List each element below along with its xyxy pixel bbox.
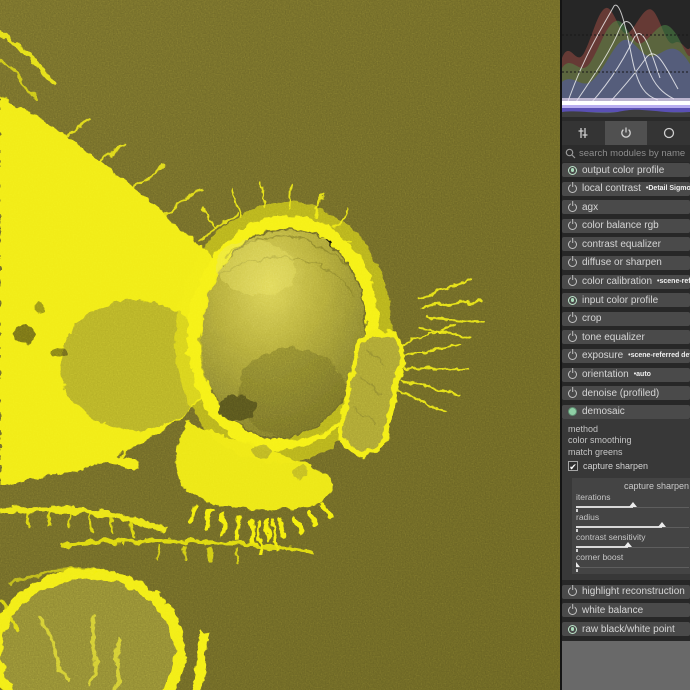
power-icon[interactable]	[568, 333, 577, 342]
slider-track[interactable]	[576, 502, 689, 511]
power-icon[interactable]	[568, 240, 577, 249]
module-diffuse-or-sharpen[interactable]: diffuse or sharpen	[562, 256, 690, 270]
module-label: crop	[582, 313, 601, 324]
checkbox-checked-icon[interactable]	[568, 461, 578, 471]
always-on-icon[interactable]	[568, 625, 577, 634]
module-preset: auto	[634, 371, 651, 378]
sliders-icon	[576, 126, 590, 140]
module-label: local contrast	[582, 183, 641, 194]
power-icon[interactable]	[568, 370, 577, 379]
slider-thumb[interactable]	[629, 502, 637, 507]
power-icon[interactable]	[568, 587, 577, 596]
search-input[interactable]	[579, 148, 687, 159]
always-on-icon[interactable]	[568, 166, 577, 175]
module-preset: scene-referred def	[657, 278, 690, 285]
match-greens-row[interactable]: match greens	[568, 447, 690, 459]
module-agx[interactable]: agx	[562, 200, 690, 214]
module-exposure[interactable]: exposure scene-referred default	[562, 349, 690, 363]
power-icon[interactable]	[568, 221, 577, 230]
module-label: input color profile	[582, 295, 658, 306]
module-label: contrast equalizer	[582, 239, 661, 250]
module-list: output color profile local contrast Deta…	[562, 162, 690, 641]
slider-thumb[interactable]	[576, 562, 580, 567]
right-panel: output color profile local contrast Deta…	[560, 0, 690, 690]
circle-icon	[662, 126, 676, 140]
tab-enabled-modules[interactable]	[605, 121, 648, 145]
module-raw-black-white-point[interactable]: raw black/white point	[562, 622, 690, 636]
power-icon[interactable]	[568, 389, 577, 398]
slider-iterations[interactable]: iterations	[576, 492, 689, 512]
module-preset: Detail Sigmoid	[646, 185, 690, 192]
power-icon[interactable]	[568, 203, 577, 212]
demosaic-body: method color smoothing match greens capt…	[562, 419, 690, 581]
power-icon[interactable]	[568, 184, 577, 193]
enabled-icon[interactable]	[568, 407, 577, 416]
slider-label: contrast sensitivity	[576, 532, 689, 542]
capture-sharpen-checkbox[interactable]: capture sharpen	[568, 459, 690, 473]
module-label: raw black/white point	[582, 624, 675, 635]
slider-thumb[interactable]	[658, 522, 666, 527]
capture-sharpen-section: capture sharpen iterations radius	[572, 478, 690, 574]
slider-contrast-sensitivity[interactable]: contrast sensitivity	[576, 532, 689, 552]
module-label: color calibration	[582, 276, 652, 287]
histogram-waveform-graphic	[562, 0, 690, 117]
slider-track[interactable]	[576, 522, 689, 531]
module-crop[interactable]: crop	[562, 312, 690, 326]
power-icon	[619, 126, 633, 140]
power-icon[interactable]	[568, 606, 577, 615]
module-label: highlight reconstruction	[582, 586, 685, 597]
module-orientation[interactable]: orientation auto	[562, 368, 690, 382]
module-label: exposure	[582, 350, 623, 361]
always-on-icon[interactable]	[568, 296, 577, 305]
power-icon[interactable]	[568, 314, 577, 323]
module-label: denoise (profiled)	[582, 388, 659, 399]
module-label: orientation	[582, 369, 629, 380]
fly-macro-image	[0, 0, 560, 690]
module-color-calibration[interactable]: color calibration scene-referred def	[562, 275, 690, 289]
power-icon[interactable]	[568, 277, 577, 286]
module-group-tabs	[562, 121, 690, 145]
slider-radius[interactable]: radius	[576, 512, 689, 532]
module-output-color-profile[interactable]: output color profile	[562, 163, 690, 177]
search-icon	[565, 148, 576, 159]
module-color-balance-rgb[interactable]: color balance rgb	[562, 219, 690, 233]
darkroom-window: output color profile local contrast Deta…	[0, 0, 690, 690]
checkbox-label: capture sharpen	[583, 461, 648, 471]
tab-favorite-modules[interactable]	[647, 121, 690, 145]
slider-corner-boost[interactable]: corner boost	[576, 552, 689, 572]
tab-active-modules[interactable]	[562, 121, 605, 145]
power-icon[interactable]	[568, 258, 577, 267]
slider-track[interactable]	[576, 562, 689, 571]
module-input-color-profile[interactable]: input color profile	[562, 293, 690, 307]
power-icon[interactable]	[568, 351, 577, 360]
module-label: output color profile	[582, 165, 664, 176]
method-row[interactable]: method	[568, 424, 690, 436]
section-title[interactable]: capture sharpen	[576, 480, 689, 492]
module-preset: scene-referred default	[628, 352, 690, 359]
module-white-balance[interactable]: white balance	[562, 603, 690, 617]
module-contrast-equalizer[interactable]: contrast equalizer	[562, 237, 690, 251]
slider-label: iterations	[576, 492, 689, 502]
module-demosaic[interactable]: demosaic	[562, 405, 690, 419]
module-denoise-profiled[interactable]: denoise (profiled)	[562, 386, 690, 400]
module-search	[562, 145, 690, 162]
slider-track[interactable]	[576, 542, 689, 551]
image-canvas[interactable]	[0, 0, 560, 690]
module-label: diffuse or sharpen	[582, 257, 662, 268]
module-highlight-reconstruction[interactable]: highlight reconstruction	[562, 585, 690, 599]
histogram-scope[interactable]	[562, 0, 690, 117]
slider-label: corner boost	[576, 552, 689, 562]
module-label: white balance	[582, 605, 643, 616]
module-label: tone equalizer	[582, 332, 645, 343]
module-label: demosaic	[582, 406, 625, 417]
module-tone-equalizer[interactable]: tone equalizer	[562, 330, 690, 344]
slider-thumb[interactable]	[624, 542, 632, 547]
module-label: color balance rgb	[582, 220, 659, 231]
slider-label: radius	[576, 512, 689, 522]
module-local-contrast[interactable]: local contrast Detail Sigmoid	[562, 182, 690, 196]
color-smoothing-row[interactable]: color smoothing	[568, 435, 690, 447]
module-label: agx	[582, 202, 598, 213]
